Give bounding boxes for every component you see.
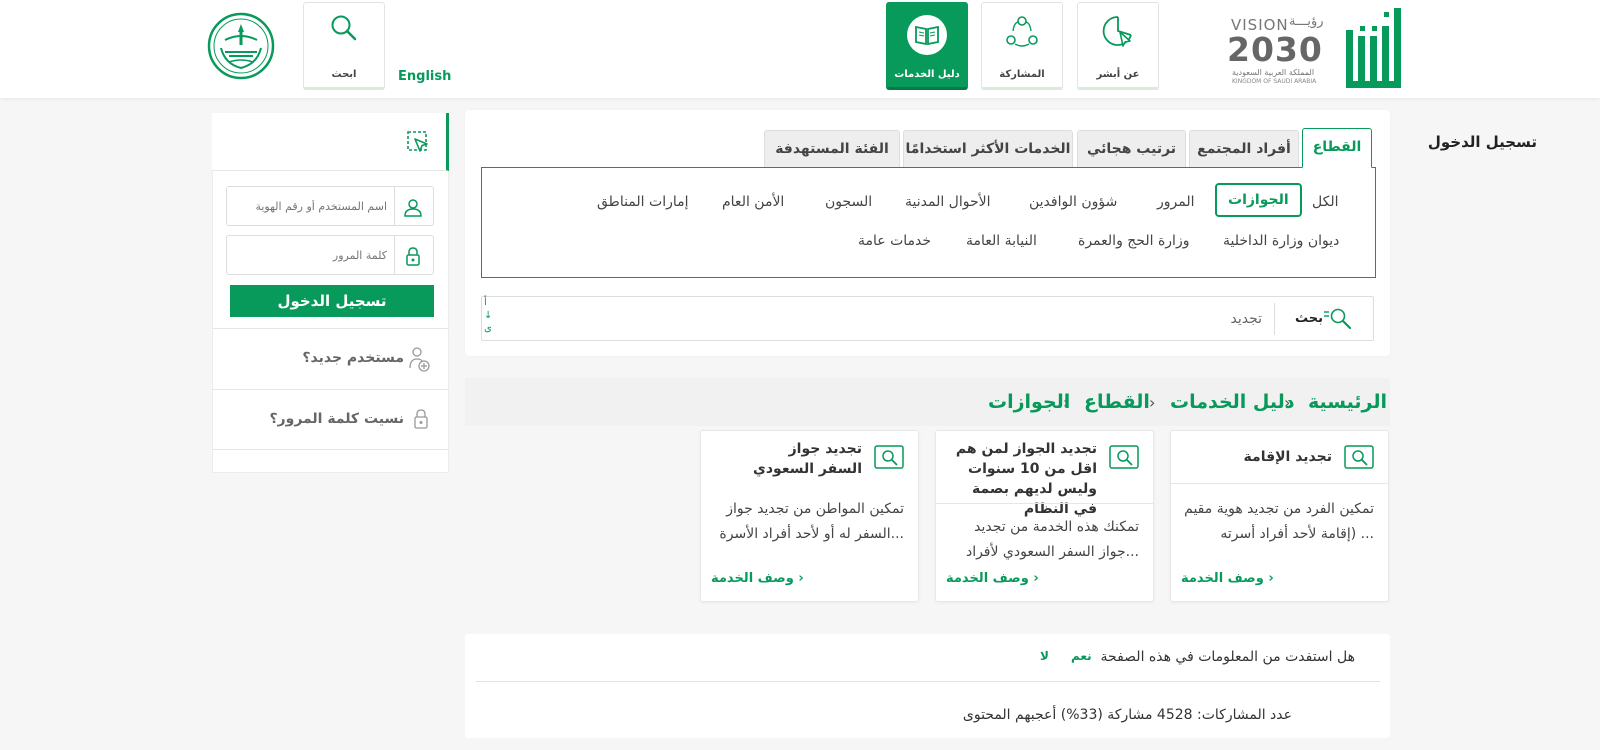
- lock-icon: [414, 409, 428, 429]
- service-card-title: تجديد الإقامة: [1243, 449, 1332, 465]
- username-input[interactable]: [227, 187, 395, 225]
- feedback-no-button[interactable]: لا: [1040, 649, 1049, 663]
- service-card-passport-under-10[interactable]: تجديد الجواز لمن هم اقل من 10 سنوات وليس…: [935, 430, 1154, 602]
- nav-about-absher-label: عن أبشر: [1096, 69, 1140, 80]
- nav-services-guide[interactable]: دليل الخدمات: [886, 2, 968, 90]
- sector-public-security[interactable]: الأمن العام: [722, 194, 784, 210]
- sector-passports[interactable]: الجوازات: [1215, 183, 1302, 217]
- breadcrumb-chevron-icon: ›: [1149, 393, 1156, 412]
- service-search-icon: [874, 445, 904, 469]
- service-card-title: تجديد الجواز لمن هم اقل من 10 سنوات وليس…: [955, 441, 1097, 517]
- new-user-link[interactable]: مستخدم جديد؟: [212, 328, 449, 389]
- header-search-button[interactable]: ابحث: [303, 2, 385, 90]
- service-card-description: تمكين المواطن من تجديد جواز السفر له أو …: [719, 501, 904, 542]
- vision-kingdom-english: KINGDOM OF SAUDI ARABIA: [1232, 78, 1317, 85]
- sector-hajj-umrah[interactable]: وزارة الحج والعمرة: [1078, 233, 1189, 249]
- login-button[interactable]: تسجيل الدخول: [230, 285, 434, 317]
- username-field[interactable]: [226, 186, 434, 226]
- feedback-stats: عدد المشاركات: 4528 مشاركة (33%) أعجبهم …: [962, 707, 1292, 723]
- alphabet-start: أ: [484, 297, 487, 308]
- new-user-label: مستخدم جديد؟: [302, 350, 404, 366]
- tab-community[interactable]: أفراد المجتمع: [1189, 130, 1299, 167]
- password-input[interactable]: [227, 236, 395, 274]
- breadcrumb-sector[interactable]: القطاع: [1084, 391, 1150, 413]
- tab-most-used[interactable]: الخدمات الأكثر استخدامًا: [903, 130, 1073, 167]
- forgot-password-label: نسيت كلمة المرور؟: [269, 411, 404, 427]
- vision-arabic: رؤيـــة: [1289, 14, 1324, 29]
- search-icon: [331, 15, 357, 41]
- sector-regional-emirates[interactable]: إمارات المناطق: [597, 194, 689, 210]
- nav-services-guide-label: دليل الخدمات: [894, 69, 960, 80]
- login-cursor-icon: [407, 131, 428, 152]
- service-search-input[interactable]: [500, 303, 1275, 335]
- sector-general-services[interactable]: خدمات عامة: [858, 233, 931, 249]
- forgot-password-link[interactable]: نسيت كلمة المرور؟: [212, 389, 449, 450]
- nav-participation[interactable]: المشاركة: [981, 2, 1063, 90]
- service-card-description: تمكين الفرد من تجديد هوية مقيم (إقامة لأ…: [1184, 501, 1374, 542]
- ministry-emblem-logo[interactable]: [207, 12, 275, 80]
- breadcrumb-passports: الجوازات: [988, 391, 1071, 413]
- user-icon: [404, 199, 422, 217]
- sector-traffic[interactable]: المرور: [1157, 194, 1195, 210]
- vision-year: 2030: [1227, 30, 1323, 69]
- breadcrumb-services-guide[interactable]: دليل الخدمات: [1170, 391, 1295, 413]
- service-search-icon: [1109, 445, 1139, 469]
- service-card-saudi-passport-renewal[interactable]: تجديد جواز السفر السعودي تمكين المواطن م…: [700, 430, 919, 602]
- tab-target-group[interactable]: الفئة المستهدفة: [764, 130, 900, 167]
- people-share-icon: [1006, 16, 1038, 47]
- feedback-divider: [476, 681, 1380, 682]
- service-description-link[interactable]: وصف الخدمة ›: [711, 571, 804, 586]
- search-list-icon: [1324, 308, 1352, 330]
- lock-icon: [406, 247, 420, 266]
- sector-interior-diwan[interactable]: ديوان وزارة الداخلية: [1223, 233, 1339, 249]
- sector-expatriates[interactable]: شؤون الوافدين: [1029, 194, 1117, 210]
- book-icon: [907, 15, 947, 55]
- sector-all[interactable]: الكل: [1312, 194, 1339, 210]
- alphabet-sort-toggle[interactable]: أ ↓ ى: [484, 296, 492, 335]
- alphabet-end: ى: [484, 323, 492, 334]
- breadcrumb-home[interactable]: الرئيسية: [1308, 391, 1387, 413]
- pie-cursor-icon: [1102, 16, 1132, 47]
- header-search-label: ابحث: [331, 69, 357, 80]
- vision-kingdom-arabic: المملكة العربية السعودية: [1232, 68, 1315, 77]
- tab-alphabetical[interactable]: ترتيب هجائي: [1077, 130, 1186, 167]
- tab-sector[interactable]: القطاع: [1302, 128, 1372, 168]
- sector-civil-affairs[interactable]: الأحوال المدنية: [905, 194, 991, 210]
- card-divider: [1171, 483, 1388, 484]
- feedback-question: هل استفدت من المعلومات في هذه الصفحة: [1100, 649, 1355, 665]
- service-description-link[interactable]: وصف الخدمة ›: [946, 571, 1039, 586]
- alphabet-arrow-icon: ↓: [484, 310, 493, 321]
- sector-prisons[interactable]: السجون: [825, 194, 872, 210]
- service-card-iqama-renewal[interactable]: تجديد الإقامة تمكين الفرد من تجديد هوية …: [1170, 430, 1389, 602]
- add-user-icon: [409, 347, 430, 372]
- feedback-yes-button[interactable]: نعم: [1071, 649, 1092, 663]
- service-card-title: تجديد جواز السفر السعودي: [753, 441, 862, 477]
- search-label: بحث: [1295, 311, 1324, 326]
- sector-public-prosecution[interactable]: النيابة العامة: [966, 233, 1037, 249]
- absher-logo[interactable]: [1344, 6, 1404, 90]
- login-title: تسجيل الدخول: [1427, 133, 1537, 151]
- language-english-link[interactable]: English: [398, 69, 451, 84]
- nav-about-absher[interactable]: عن أبشر: [1077, 2, 1159, 90]
- service-card-description: تمكنك هذه الخدمة من تجديد جواز السفر الس…: [965, 519, 1139, 560]
- nav-participation-label: المشاركة: [999, 69, 1045, 80]
- card-divider: [936, 503, 1153, 504]
- service-description-link[interactable]: وصف الخدمة ›: [1181, 571, 1274, 586]
- password-field[interactable]: [226, 235, 434, 275]
- service-search-icon: [1344, 445, 1374, 469]
